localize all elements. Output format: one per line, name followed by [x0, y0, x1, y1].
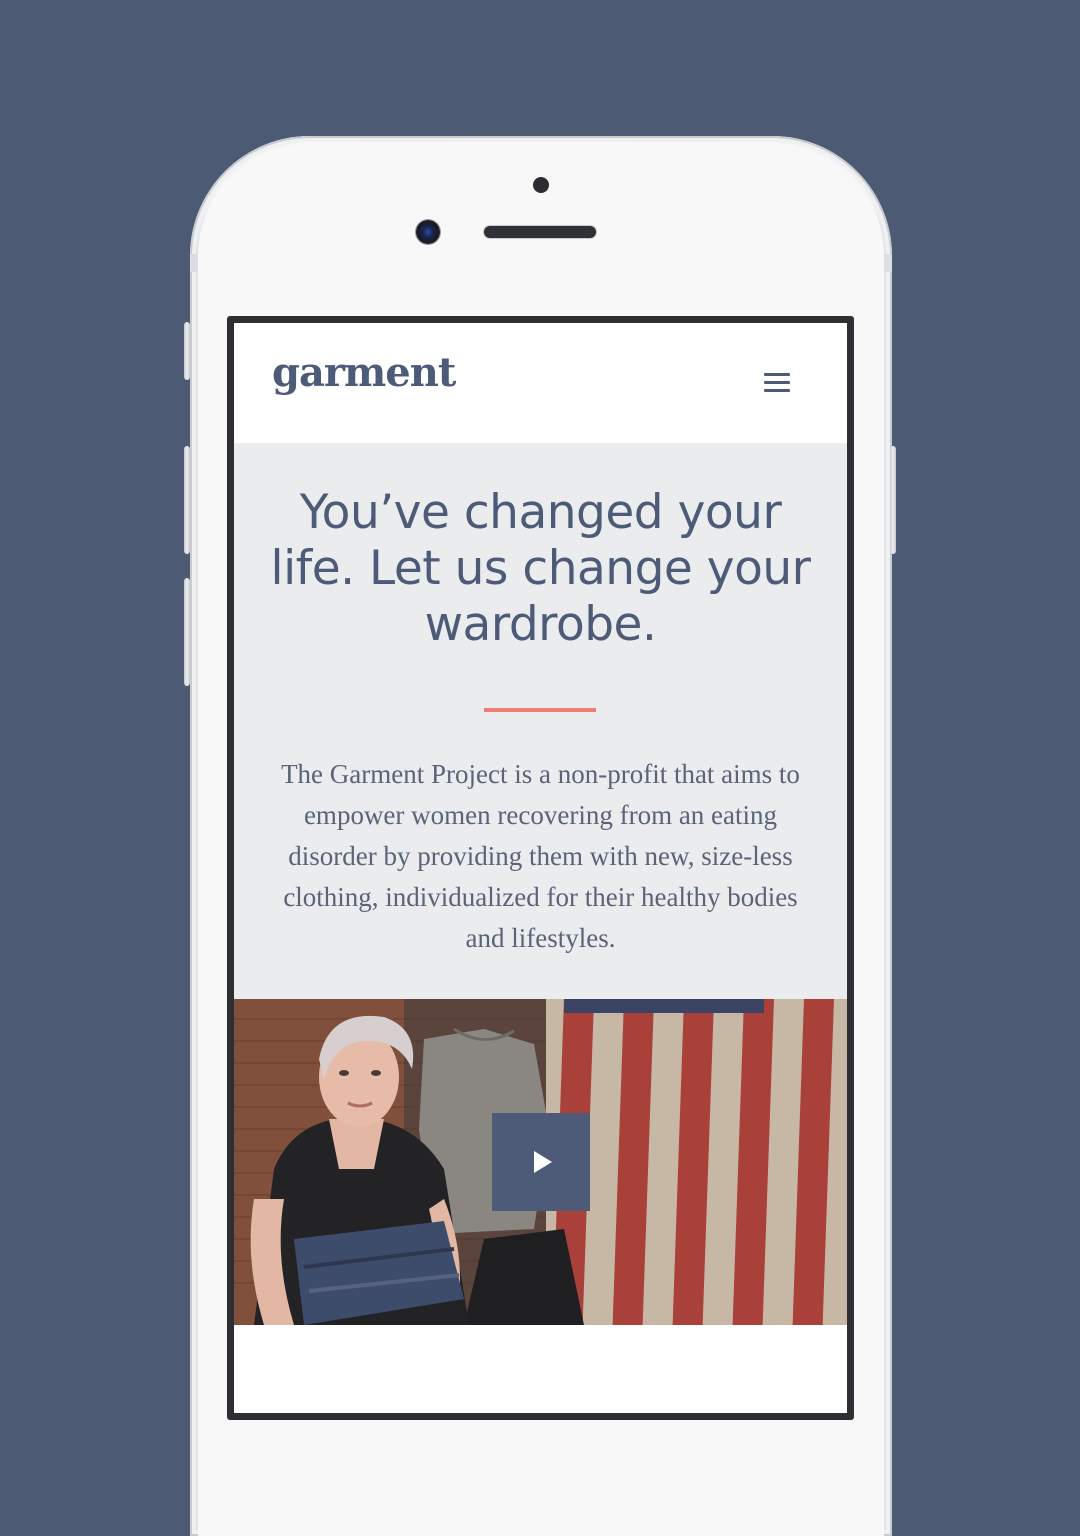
proximity-sensor — [533, 177, 549, 193]
play-button[interactable] — [492, 1113, 590, 1211]
site-logo[interactable]: garment — [272, 349, 456, 396]
video-player[interactable] — [234, 999, 847, 1325]
page-continuation — [234, 1325, 847, 1413]
volume-up-button — [184, 446, 190, 554]
antenna-line-right — [884, 254, 892, 272]
mute-switch — [184, 322, 190, 380]
menu-bar-top — [764, 373, 790, 376]
menu-bar-middle — [764, 381, 790, 384]
earpiece-speaker — [484, 226, 596, 238]
phone-screen: garment You’ve changed your life. Let us… — [234, 323, 847, 1413]
power-button — [890, 446, 896, 554]
hero-title: You’ve changed your life. Let us change … — [270, 485, 811, 652]
hamburger-menu-icon[interactable] — [760, 367, 794, 397]
hero-description: The Garment Project is a non-profit that… — [281, 759, 800, 953]
menu-bar-bottom — [764, 389, 790, 392]
hero-section: You’ve changed your life. Let us change … — [234, 443, 847, 999]
play-icon — [534, 1151, 552, 1173]
site-header: garment — [234, 323, 847, 443]
front-camera — [416, 220, 440, 244]
volume-down-button — [184, 578, 190, 686]
hero-divider — [484, 708, 596, 712]
antenna-line-left — [190, 254, 198, 272]
